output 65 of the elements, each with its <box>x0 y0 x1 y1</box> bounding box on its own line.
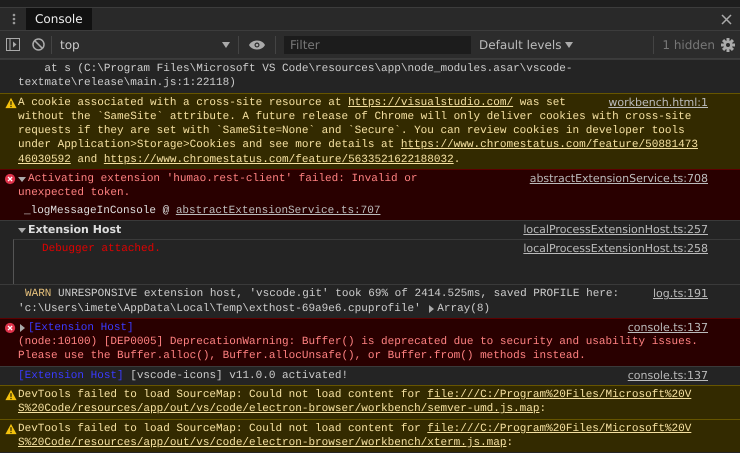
clear-console-icon[interactable] <box>32 38 45 51</box>
message-tag: [Extension Host] <box>18 368 124 384</box>
source-link[interactable]: log.ts:191 <box>640 287 708 302</box>
message-link[interactable]: https://visualstudio.com/ <box>348 96 514 110</box>
expand-caret-icon[interactable] <box>18 175 26 184</box>
dropdown-caret-icon <box>565 42 574 48</box>
message-text: Extension Host <box>28 222 122 238</box>
source-link[interactable]: console.ts:137 <box>616 320 708 336</box>
message-text: at s (C:\Program Files\Microsoft VS Code\resources\app\node_modules.asar\vscode- <box>43 62 572 76</box>
source-link[interactable]: workbench.html:1 <box>596 96 708 110</box>
message-text: Activating extension 'humao.rest-client' failed: Invalid or <box>28 172 418 186</box>
stack-function: _logMessageInConsole @ <box>24 204 170 217</box>
warning-icon <box>4 388 18 402</box>
expand-caret-icon[interactable] <box>18 226 26 234</box>
object-preview[interactable]: Array(8) <box>437 302 490 316</box>
more-options-icon[interactable] <box>12 13 16 25</box>
settings-icon[interactable] <box>721 38 735 52</box>
warning-icon <box>4 96 18 110</box>
message-text: A cookie associated with a cross-site resource at <box>18 96 342 110</box>
message-link[interactable]: 46030592 <box>18 152 71 168</box>
message-text: unexpected token. <box>18 186 130 201</box>
filter-field[interactable]: Filter <box>284 36 471 54</box>
context-dropdown[interactable]: top <box>52 38 238 52</box>
expand-caret-icon[interactable] <box>427 304 436 313</box>
message-text: under Application>Storage>Cookies and see more details at <box>18 138 396 153</box>
dropdown-caret-icon <box>222 42 230 48</box>
message-text: Please use the Buffer.alloc(), Buffer.allocUnsafe(), or Buffer.from() methods instead. <box>18 349 586 364</box>
message-tag: [Extension Host] <box>28 320 134 336</box>
level-label: WARN <box>24 287 52 302</box>
message-link[interactable]: file:///C:/Program%20Files/Microsoft%20V <box>427 388 692 402</box>
close-icon[interactable] <box>721 14 732 24</box>
message-text: DevTools failed to load SourceMap: Could not load content for <box>18 422 422 436</box>
error-icon <box>4 320 18 335</box>
source-link[interactable]: console.ts:137 <box>616 368 708 384</box>
source-link[interactable]: abstractExtensionService.ts:708 <box>518 172 708 186</box>
message-text: . <box>454 152 460 168</box>
drawer-tab[interactable]: Console <box>26 8 92 30</box>
message-link[interactable]: S%20Code/resources/app/out/vs/code/electron-browser/workbench/xterm.js.map <box>18 436 506 450</box>
message-text: requests if they are set with `SameSite=None` and `Secure`. You can review cookies in developer tools <box>18 124 685 138</box>
expand-caret-icon[interactable] <box>18 324 26 332</box>
message-text: [vscode-icons] v11.0.0 activated! <box>129 368 348 384</box>
error-icon <box>4 172 18 186</box>
source-link[interactable]: localProcessExtensionHost.ts:258 <box>511 242 708 257</box>
message-text: : <box>506 436 514 450</box>
eye-icon[interactable] <box>249 40 265 50</box>
levels-dropdown[interactable]: Default levels <box>479 38 574 52</box>
sidebar-toggle-icon[interactable] <box>6 38 20 51</box>
message-text: UNRESPONSIVE extension host, 'vscode.git' took 69% of 2414.525ms, saved PROFILE here: <box>57 287 620 302</box>
message-text: was set <box>518 96 566 110</box>
message-text: DevTools failed to load SourceMap: Could not load content for <box>18 388 422 402</box>
message-link[interactable]: https://www.chromestatus.com/feature/50881473 <box>400 138 698 153</box>
message-text: without the `SameSite` attribute. A future release of Chrome will only deliver cookies with cross-site <box>18 110 692 124</box>
message-link[interactable]: file:///C:/Program%20Files/Microsoft%20V <box>427 422 692 436</box>
message-link[interactable]: S%20Code/resources/app/out/vs/code/electron-browser/workbench/semver-umd.js.map <box>18 402 540 417</box>
message-text: Debugger attached. <box>41 242 161 257</box>
message-text: (node:10100) [DEP0005] DeprecationWarning: Buffer() is deprecated due to security and usability issues. <box>18 335 698 350</box>
message-text: textmate\release\main.js:1:22118) <box>18 76 236 91</box>
message-text: : <box>540 402 546 417</box>
message-link[interactable]: https://www.chromestatus.com/feature/5633521622188032 <box>104 152 454 168</box>
source-link[interactable]: localProcessExtensionHost.ts:257 <box>511 222 708 238</box>
message-text: 'c:\Users\imete\AppData\Local\Temp\exthost-69a9e6.cpuprofile' <box>18 302 422 316</box>
stack-link[interactable]: abstractExtensionService.ts:707 <box>176 204 380 217</box>
message-text: and <box>76 152 98 168</box>
hidden-count: 1 hidden <box>662 38 715 52</box>
warning-icon <box>4 422 18 436</box>
